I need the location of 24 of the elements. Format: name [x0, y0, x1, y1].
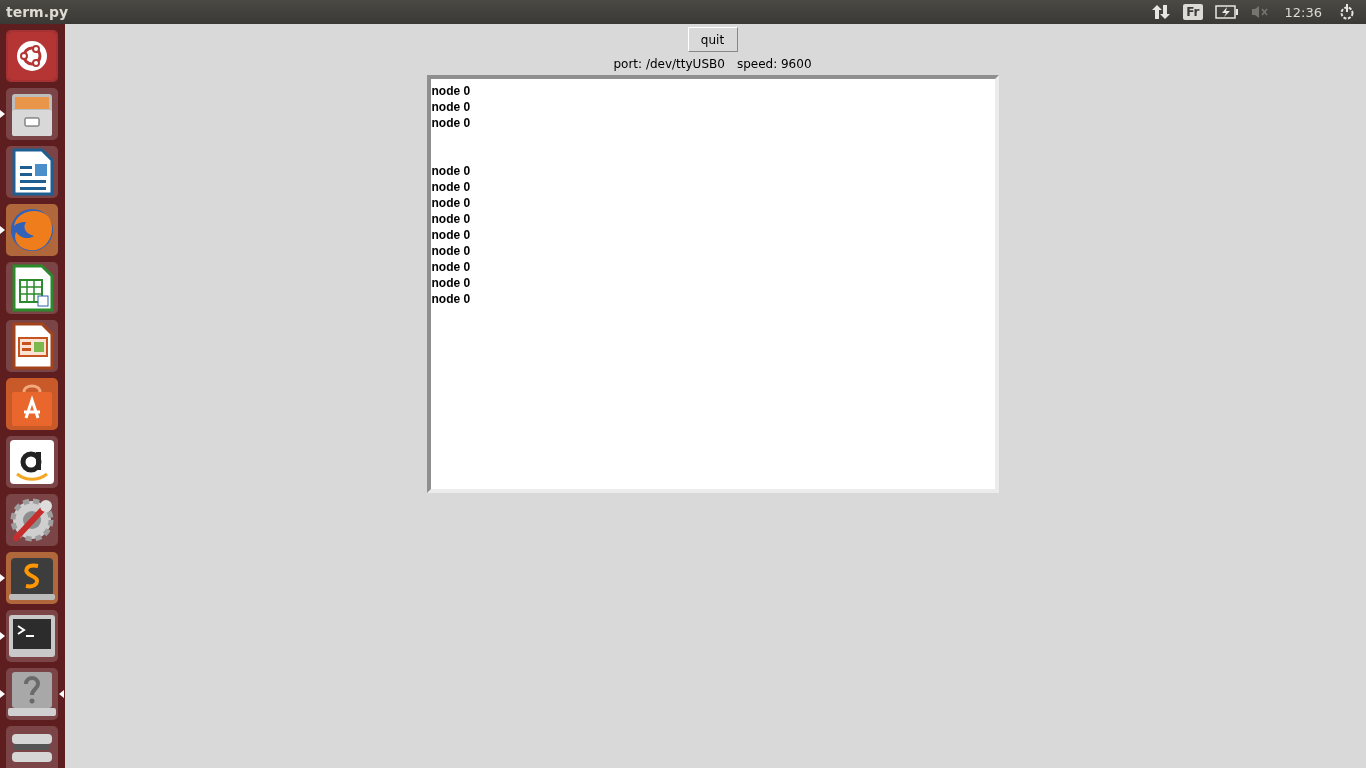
output-text-area[interactable]: node 0 node 0 node 0 node 0 node 0 node 0 node 0 node 0 node 0 node 0 node 0 node 0 [426, 75, 999, 493]
quit-button[interactable]: quit [687, 27, 738, 52]
window-title: term.py [5, 4, 69, 20]
keyboard-layout-indicator[interactable]: Fr [1183, 4, 1203, 20]
output-line: node 0 [431, 259, 472, 275]
output-line: node 0 [431, 211, 472, 227]
output-line: node 0 [431, 83, 472, 99]
ubuntu-logo-icon[interactable] [6, 30, 58, 82]
output-line: node 0 [431, 227, 472, 243]
output-line: node 0 [431, 115, 472, 131]
port-label: port: /dev/ttyUSB0 [613, 57, 725, 71]
output-line: node 0 [431, 275, 472, 291]
output-line: node 0 [431, 99, 472, 115]
output-line: node 0 [431, 163, 472, 179]
clock[interactable]: 12:36 [1284, 4, 1322, 20]
battery-icon[interactable] [1214, 5, 1239, 19]
output-line: node 0 [431, 243, 472, 259]
muted-speaker-icon[interactable] [1250, 5, 1269, 19]
output-line: node 0 [431, 195, 472, 211]
output-line: node 0 [431, 291, 472, 307]
speed-label: speed: 9600 [736, 57, 812, 71]
network-arrows-icon[interactable] [1151, 3, 1172, 21]
power-gear-icon[interactable] [1338, 3, 1356, 21]
output-line: node 0 [431, 179, 472, 195]
